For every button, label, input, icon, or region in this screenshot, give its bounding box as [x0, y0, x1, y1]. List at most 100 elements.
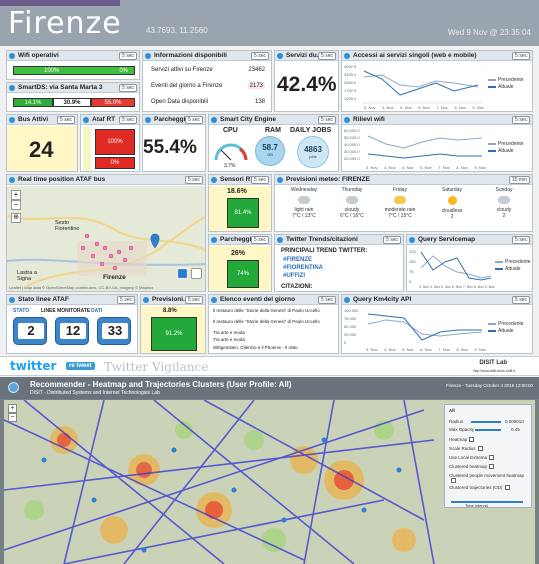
ram-value: 58.7: [262, 143, 278, 152]
atafrt-scale: [83, 127, 91, 171]
radius-slider[interactable]: [471, 421, 501, 423]
heatmap-map[interactable]: + − All Radius 0.000010 Max Opacity 0.45…: [4, 400, 535, 564]
refresh-badge[interactable]: 5 sec: [119, 52, 137, 60]
refresh-badge[interactable]: 5 sec: [119, 84, 137, 92]
info-row-label: Servizi attivi su Firenze: [151, 67, 213, 73]
legend-current[interactable]: Attuale: [488, 328, 514, 334]
x-tick: 5. Nov: [402, 347, 414, 352]
refresh-badge[interactable]: 5 sec: [117, 296, 135, 304]
bus-icon: [9, 177, 15, 183]
locate-button[interactable]: ⊕: [11, 213, 21, 223]
clustered-heatmap-toggle[interactable]: Clustered heatmap: [449, 464, 495, 470]
poi-marker: [396, 467, 402, 473]
refresh-badge[interactable]: 5 sec: [119, 116, 137, 124]
refresh-badge[interactable]: 5 sec: [185, 176, 203, 184]
legend-current[interactable]: Attuale: [488, 84, 514, 90]
heatmap-toggle-label: Heatmap: [449, 437, 468, 442]
x-ticks: 3. Nov 4. Nov 5. Nov 6. Nov 7. Nov 8. Nov 9. N…: [366, 347, 486, 352]
rain-icon: [298, 196, 310, 204]
trend-link[interactable]: #FIORENTINA: [283, 265, 323, 271]
refresh-badge[interactable]: 5 sec: [512, 116, 530, 124]
recommender-date: Firenze - Tuesday October 4 2016 13:00:0…: [445, 383, 533, 388]
refresh-badge[interactable]: 5 sec: [251, 236, 269, 244]
zoom-in-button[interactable]: +: [8, 404, 17, 413]
checkbox[interactable]: [489, 455, 495, 461]
checkbox[interactable]: [477, 446, 483, 452]
clustered-trajectories-toggle[interactable]: Clustered trajectories (OD): [449, 485, 529, 491]
refresh-badge[interactable]: 5 sec: [512, 296, 530, 304]
local-extrema-toggle[interactable]: Use Local Extrema: [449, 455, 495, 461]
refresh-badge[interactable]: 5 sec: [512, 52, 530, 60]
trend-link[interactable]: #FIRENZE: [283, 257, 312, 263]
zoom-out-button[interactable]: −: [8, 413, 17, 422]
y-tick: 60,000.0: [344, 128, 360, 133]
refresh-badge[interactable]: 5 sec: [318, 116, 336, 124]
refresh-badge[interactable]: 5 sec: [251, 176, 269, 184]
event-item[interactable]: Il restauro delle "Storie della Genesi" …: [213, 319, 337, 324]
x-ticks: 3. Nov 4. Nov 5. Nov 6. Nov 7. Nov 8. Nov 9. N…: [364, 105, 484, 110]
refresh-badge[interactable]: 5 sec: [383, 236, 401, 244]
heat-spot: [262, 528, 286, 552]
profile-select[interactable]: All: [449, 408, 455, 413]
event-item[interactable]: Il restauro delle "Storie della Genesi" …: [213, 308, 337, 313]
forecast-day: Thursday cloudy 6°C / 16°C: [331, 187, 373, 219]
event-item[interactable]: Tra arte e moda: [213, 337, 337, 342]
clustered-people-toggle[interactable]: Clustered people movement heatmap: [449, 473, 529, 484]
accessi-line-chart: [362, 70, 482, 104]
x-tick: 6. Nov: [420, 165, 432, 170]
recommender-panel: Recommender - Heatmap and Trajectories C…: [0, 377, 539, 564]
previsioni-bar: 91.2%: [151, 317, 197, 351]
map-fullscreen-button[interactable]: [191, 268, 202, 279]
heat-spot: [24, 500, 44, 520]
legend-label: Attuale: [498, 84, 514, 90]
legend-previous[interactable]: Precedente: [488, 141, 524, 147]
trend-link[interactable]: #UFFIZI: [283, 273, 305, 279]
zoom-out-button[interactable]: −: [11, 200, 21, 210]
refresh-badge[interactable]: 5 sec: [57, 116, 75, 124]
x-tick: 3. Nov: [364, 105, 376, 110]
servizi-panel-title: Servizi du...: [286, 52, 323, 59]
refresh-badge[interactable]: 5 sec: [318, 296, 336, 304]
legend-previous[interactable]: Precedente: [488, 77, 524, 83]
heatmap-toggle[interactable]: Heatmap: [449, 437, 475, 443]
legend-previous[interactable]: Precedente: [488, 321, 524, 327]
refresh-badge[interactable]: 5 sec: [185, 296, 203, 304]
event-item[interactable]: Wittgenstein, Gilenzio e il Phoenix - Il…: [213, 345, 337, 350]
bus-counter: 12: [55, 317, 89, 345]
map-layers-button[interactable]: [177, 268, 188, 279]
legend-current[interactable]: Attuale: [495, 266, 521, 272]
query-sm-panel: Query Servicemap 5 sec 225 150 75 0 Prece…: [406, 234, 533, 292]
opacity-value: 0.45: [511, 427, 520, 432]
checkbox[interactable]: [504, 485, 510, 491]
twitter-panel-header: Twitter Trends/citazioni 5 sec: [275, 235, 403, 245]
refresh-badge[interactable]: 5 sec: [185, 116, 203, 124]
disit-url[interactable]: http://www.disit.dinfo.unifi.it: [473, 369, 515, 373]
eventi-panel-header: Elenco eventi del giorno 5 sec: [209, 295, 338, 305]
opacity-slider[interactable]: [475, 429, 501, 431]
refresh-badge[interactable]: 5 sec: [251, 52, 269, 60]
bus-map[interactable]: + − ⊕ Sesto Fiorentino Lastra a Signa Fi…: [7, 186, 205, 291]
checkbox[interactable]: [489, 464, 495, 470]
legend-label: Attuale: [505, 266, 521, 272]
radius-label: Radius: [449, 419, 464, 424]
legend-previous[interactable]: Precedente: [495, 259, 531, 265]
map-place-label: Lastra a Signa: [17, 270, 37, 282]
x-tick: 7. Nov: [462, 285, 473, 289]
map-attribution: Leaflet | Map data © OpenStreetMap contr…: [9, 285, 154, 290]
y-tick: 75 000: [344, 316, 357, 321]
refresh-badge[interactable]: 5 sec: [512, 236, 530, 244]
zoom-in-button[interactable]: +: [11, 190, 21, 200]
event-item[interactable]: Tra arte e moda: [213, 330, 337, 335]
meteo-panel-title: Previsioni meteo: FIRENZE: [286, 176, 370, 183]
citations-heading: CITAZIONI:: [281, 284, 313, 290]
forecast-temp: 6°C / 16°C: [340, 213, 364, 219]
refresh-badge[interactable]: 15 min: [508, 176, 530, 184]
poi-marker: [141, 547, 147, 553]
checkbox[interactable]: [469, 437, 475, 443]
legend-current[interactable]: Attuale: [488, 148, 514, 154]
checkbox[interactable]: [451, 478, 456, 484]
bus-marker: [90, 253, 96, 259]
x-tick: 3. Nov: [366, 347, 378, 352]
refresh-badge[interactable]: 5 sec: [318, 52, 336, 60]
scale-radius-toggle[interactable]: Scale Radius: [449, 446, 483, 452]
